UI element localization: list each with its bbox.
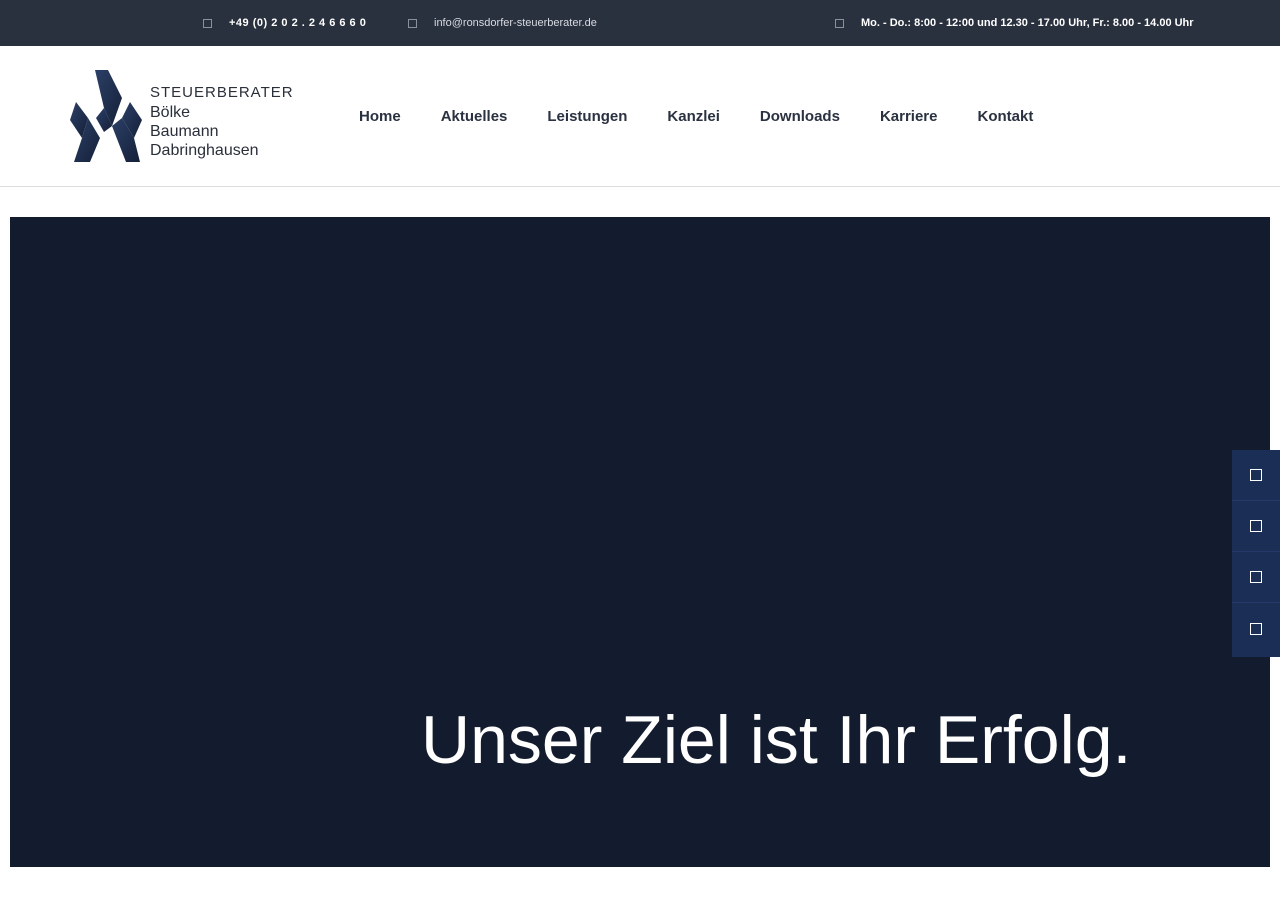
square-icon [1250, 571, 1262, 583]
nav-kontakt[interactable]: Kontakt [957, 108, 1053, 125]
logo-line-boelke: Bölke [150, 104, 191, 121]
main-navigation: Home Aktuelles Leistungen Kanzlei Downlo… [339, 46, 1053, 186]
square-icon [1250, 622, 1262, 635]
site-header: STEUERBERATER Bölke Baumann Dabringhause… [0, 46, 1280, 187]
nav-home[interactable]: Home [339, 108, 421, 125]
side-quick-links [1232, 450, 1280, 657]
phone-icon [203, 18, 212, 28]
nav-leistungen[interactable]: Leistungen [527, 108, 647, 125]
hero-banner: Unser Ziel ist Ihr Erfolg. [10, 217, 1270, 867]
side-button-1[interactable] [1232, 450, 1280, 501]
nav-karriere[interactable]: Karriere [860, 108, 958, 125]
email-address[interactable]: info@ronsdorfer-steuerberater.de [434, 17, 597, 29]
side-button-4[interactable] [1232, 603, 1280, 654]
opening-hours-text: Mo. - Do.: 8:00 - 12:00 und 12.30 - 17.0… [861, 17, 1194, 29]
email-contact[interactable]: info@ronsdorfer-steuerberater.de [408, 0, 597, 46]
square-icon [1250, 520, 1262, 532]
clock-icon [835, 18, 844, 28]
side-button-3[interactable] [1232, 552, 1280, 603]
phone-number[interactable]: +49 (0) 2 0 2 . 2 4 6 6 6 0 [229, 17, 366, 29]
logo-mark-icon [70, 70, 142, 162]
nav-downloads[interactable]: Downloads [740, 108, 860, 125]
logo-line-steuerberater: STEUERBERATER [150, 84, 294, 101]
side-button-2[interactable] [1232, 501, 1280, 552]
phone-contact[interactable]: +49 (0) 2 0 2 . 2 4 6 6 6 0 [203, 0, 366, 46]
hero-title: Unser Ziel ist Ihr Erfolg. [421, 702, 1132, 778]
site-logo[interactable]: STEUERBERATER Bölke Baumann Dabringhause… [68, 68, 293, 164]
logo-line-dabringhausen: Dabringhausen [150, 142, 259, 159]
opening-hours: Mo. - Do.: 8:00 - 12:00 und 12.30 - 17.0… [835, 0, 1194, 46]
email-icon [408, 18, 417, 28]
nav-kanzlei[interactable]: Kanzlei [647, 108, 740, 125]
top-info-bar: +49 (0) 2 0 2 . 2 4 6 6 6 0 info@ronsdor… [0, 0, 1280, 46]
logo-line-baumann: Baumann [150, 123, 219, 140]
nav-aktuelles[interactable]: Aktuelles [421, 108, 528, 125]
square-icon [1250, 469, 1262, 481]
logo-text: STEUERBERATER Bölke Baumann Dabringhause… [150, 84, 294, 159]
